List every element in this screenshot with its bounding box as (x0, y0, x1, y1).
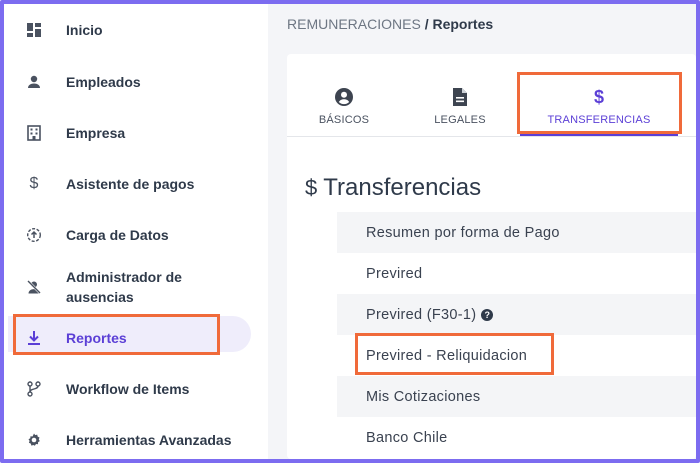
building-icon (24, 123, 44, 143)
help-icon[interactable]: ? (481, 308, 494, 321)
report-row-previred[interactable]: Previred (337, 253, 696, 294)
report-row-label: Resumen por forma de Pago (366, 224, 560, 241)
sidebar-item-label: Empleados (66, 74, 141, 90)
report-row-mis-cotizaciones[interactable]: Mis Cotizaciones (337, 376, 696, 417)
sidebar-item-label: Empresa (66, 125, 126, 141)
sidebar-item-herramientas-avanzadas[interactable]: Herramientas Avanzadas (8, 428, 256, 452)
sidebar-item-carga-de-datos[interactable]: Carga de Datos (8, 223, 256, 247)
sidebar-item-label: Workflow de Items (66, 381, 190, 397)
gear-icon (24, 430, 44, 450)
sidebar-item-empresa[interactable]: Empresa (8, 121, 256, 145)
upload-icon (24, 225, 44, 245)
report-row-previred-reliquidacion[interactable]: Previred - Reliquidacion (337, 335, 696, 376)
report-row-label: Previred - Reliquidacion (366, 347, 528, 364)
sidebar-item-label: Administrador de ausencias (66, 269, 182, 305)
report-row-label: Banco Chile (366, 429, 448, 446)
tab-basicos[interactable]: BÁSICOS (314, 86, 374, 134)
dollar-icon: $ (305, 175, 318, 200)
breadcrumb-separator: / (424, 16, 429, 32)
tab-label: LEGALES (434, 114, 486, 126)
download-icon (24, 328, 44, 348)
section-title-text: Transferencias (323, 174, 482, 201)
sidebar-item-label: Inicio (66, 22, 103, 38)
dollar-icon: $ (29, 175, 39, 192)
report-row-label: Previred (F30-1) (366, 306, 477, 323)
sidebar-item-label: Asistente de pagos (66, 176, 195, 192)
sidebar-item-label: Carga de Datos (66, 227, 169, 243)
tab-label: BÁSICOS (318, 114, 370, 126)
account-circle-icon (334, 86, 354, 108)
dollar-icon: $ (593, 86, 604, 107)
report-row-resumen-forma-pago[interactable]: Resumen por forma de Pago (337, 212, 696, 253)
active-tab-indicator (520, 133, 678, 136)
breadcrumb-parent[interactable]: REMUNERACIONES (287, 16, 421, 32)
sidebar-item-workflow-de-items[interactable]: Workflow de Items (8, 377, 256, 401)
dashboard-icon (24, 20, 44, 40)
sidebar-item-label: Reportes (66, 330, 127, 346)
report-row-label: Previred (366, 265, 423, 282)
breadcrumb: REMUNERACIONES / Reportes (287, 16, 493, 32)
tab-transferencias[interactable]: $ TRANSFERENCIAS (541, 86, 657, 134)
tabs-divider (287, 136, 696, 137)
section-title: $ Transferencias (305, 174, 481, 202)
sidebar-item-reportes[interactable]: Reportes (8, 326, 256, 350)
sidebar-item-administrador-de-ausencias[interactable]: Administrador de ausencias (8, 266, 256, 308)
document-icon (452, 86, 468, 108)
tab-label: TRANSFERENCIAS (547, 114, 651, 126)
person-off-icon (24, 277, 44, 297)
sidebar-item-asistente-de-pagos[interactable]: $ Asistente de pagos (8, 172, 256, 196)
report-row-previred-f30-1[interactable]: Previred (F30-1) ? (337, 294, 696, 335)
sidebar-item-empleados[interactable]: Empleados (8, 70, 256, 94)
report-row-banco-chile[interactable]: Banco Chile (337, 417, 696, 458)
breadcrumb-current: Reportes (432, 16, 494, 32)
tab-legales[interactable]: LEGALES (430, 86, 490, 134)
sidebar-item-label: Herramientas Avanzadas (66, 432, 232, 448)
report-row-label: Mis Cotizaciones (366, 388, 481, 405)
sidebar-item-inicio[interactable]: Inicio (8, 18, 256, 42)
person-icon (24, 72, 44, 92)
branch-icon (24, 379, 44, 399)
